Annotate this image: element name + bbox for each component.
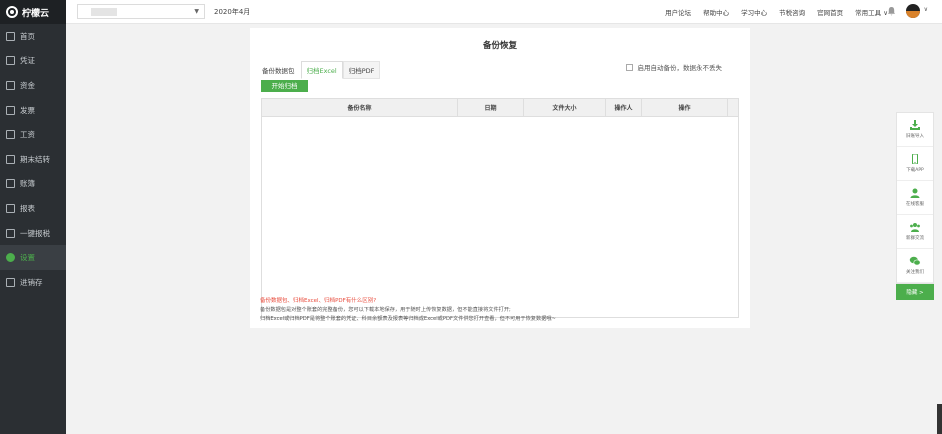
fund-icon xyxy=(6,80,15,90)
tab-bar: 备份数据包 归档Excel 归档PDF xyxy=(256,61,381,79)
difference-question: 备份数据包、归档Excel、归档PDF有什么区别? xyxy=(260,298,377,304)
float-item-label: 下载APP xyxy=(906,168,924,173)
sidebar-item-tax[interactable]: 一键报税 xyxy=(0,221,66,246)
user-icon xyxy=(910,188,920,198)
float-item-label: 新群交流 xyxy=(906,236,924,241)
sidebar-item-settings[interactable]: 设置 xyxy=(0,245,66,270)
float-item-label: 旧账导入 xyxy=(906,134,924,139)
sidebar-item-home[interactable]: 首页 xyxy=(0,24,66,49)
column-header-operator: 操作人 xyxy=(606,99,642,116)
sidebar-item-label: 工资 xyxy=(20,130,35,140)
side-float-bar: 旧账导入 下载APP 在线客服 新群交流 关注我们 xyxy=(896,112,934,284)
brand-name: 柠檬云 xyxy=(22,8,50,19)
chevron-down-icon[interactable]: ∨ xyxy=(924,6,928,13)
sidebar-item-label: 期末结转 xyxy=(20,154,50,164)
sidebar-item-inventory[interactable]: 进销存 xyxy=(0,270,66,295)
invoice-icon xyxy=(6,105,15,115)
sidebar-item-label: 账簿 xyxy=(20,179,35,189)
auto-backup-checkbox[interactable] xyxy=(625,63,633,71)
lemon-logo-icon xyxy=(6,6,18,18)
link-learning-center[interactable]: 学习中心 xyxy=(741,7,767,17)
sidebar-item-report[interactable]: 报表 xyxy=(0,196,66,221)
auto-backup-label: 启用自动备份，数据永不丢失 xyxy=(637,64,723,72)
download-icon xyxy=(910,120,920,130)
float-item-label: 在线客服 xyxy=(906,202,924,207)
period-end-icon xyxy=(6,154,15,164)
page-title: 备份恢复 xyxy=(482,41,517,51)
ledger-icon xyxy=(6,179,15,189)
sidebar: 柠檬云 首页 凭证 资金 发票 工资 期末结转 账簿 报表 一键报税 设置 进销… xyxy=(0,0,66,434)
float-item-label: 关注我们 xyxy=(906,270,924,275)
sidebar-item-label: 报表 xyxy=(20,203,35,213)
float-item-import[interactable]: 旧账导入 xyxy=(897,113,933,147)
float-item-follow[interactable]: 关注我们 xyxy=(897,249,933,283)
sidebar-item-label: 首页 xyxy=(20,31,35,41)
window-edge xyxy=(937,404,942,434)
float-item-group[interactable]: 新群交流 xyxy=(897,215,933,249)
start-archive-button[interactable]: 开始归档 xyxy=(261,80,308,92)
sidebar-item-fund[interactable]: 资金 xyxy=(0,73,66,98)
link-help-center[interactable]: 帮助中心 xyxy=(703,7,729,17)
gear-icon xyxy=(6,253,15,263)
sidebar-item-label: 资金 xyxy=(20,80,35,90)
company-select[interactable]: ▼ xyxy=(77,4,205,19)
phone-icon xyxy=(912,154,918,164)
company-name-redacted xyxy=(91,8,117,16)
tab-archive-excel[interactable]: 归档Excel xyxy=(300,61,343,79)
wechat-icon xyxy=(909,256,921,266)
column-header-date: 日期 xyxy=(458,99,524,116)
voucher-icon xyxy=(6,56,15,66)
note-backup-package: 备份数据包是对整个账套的完整备份，您可以下载本地保存，用于随时上传恢复数据，但不… xyxy=(260,307,511,313)
sidebar-item-label: 发票 xyxy=(20,105,35,115)
backup-restore-panel: 备份恢复 备份数据包 归档Excel 归档PDF 启用自动备份，数据永不丢失 开… xyxy=(250,28,750,328)
link-label: 学习中心 xyxy=(741,9,768,17)
column-header-name: 备份名称 xyxy=(262,99,458,116)
avatar[interactable] xyxy=(906,4,920,18)
report-icon xyxy=(6,203,15,213)
link-common-tools[interactable]: 常用工具 ∨ xyxy=(855,7,888,17)
link-homepage[interactable]: 官网首页 xyxy=(817,7,843,17)
home-icon xyxy=(6,31,15,41)
link-user-forum[interactable]: 用户论坛 xyxy=(665,7,691,17)
column-header-size: 文件大小 xyxy=(524,99,606,116)
sidebar-item-label: 设置 xyxy=(20,253,35,263)
top-links: 用户论坛 帮助中心 学习中心 节税咨询 官网首页 常用工具 ∨ xyxy=(665,7,888,17)
hide-float-bar-button[interactable]: 隐藏 > xyxy=(896,284,934,300)
archive-table: 备份名称 日期 文件大小 操作人 操作 xyxy=(261,98,739,318)
auto-backup-option[interactable]: 启用自动备份，数据永不丢失 xyxy=(625,62,723,72)
chevron-down-icon: ▼ xyxy=(194,8,199,15)
float-item-app[interactable]: 下载APP xyxy=(897,147,933,181)
top-bar: ▼ 2020年4月 用户论坛 帮助中心 学习中心 节税咨询 官网首页 常用工具 … xyxy=(66,0,942,24)
link-tax-consult[interactable]: 节税咨询 xyxy=(779,7,805,17)
accounting-period[interactable]: 2020年4月 xyxy=(214,7,250,17)
tab-archive-pdf[interactable]: 归档PDF xyxy=(342,61,381,79)
sidebar-item-salary[interactable]: 工资 xyxy=(0,122,66,147)
bell-icon[interactable] xyxy=(887,6,896,16)
sidebar-item-label: 凭证 xyxy=(20,56,35,66)
sidebar-item-label: 进销存 xyxy=(20,277,43,287)
sidebar-item-period-end[interactable]: 期末结转 xyxy=(0,147,66,172)
note-archive-files: 归档Excel或归档PDF是将整个账套的凭证、科目余额表及报表等归档成Excel… xyxy=(260,316,556,322)
tab-backup-package[interactable]: 备份数据包 xyxy=(256,61,301,79)
group-icon xyxy=(910,223,920,232)
inventory-icon xyxy=(6,277,15,287)
column-header-action: 操作 xyxy=(642,99,728,116)
link-label: 用户论坛 xyxy=(665,9,692,17)
tax-icon xyxy=(6,228,15,238)
salary-icon xyxy=(6,130,15,140)
sidebar-item-voucher[interactable]: 凭证 xyxy=(0,49,66,74)
sidebar-item-invoice[interactable]: 发票 xyxy=(0,98,66,123)
column-header-spacer xyxy=(728,99,738,116)
table-header: 备份名称 日期 文件大小 操作人 操作 xyxy=(262,99,738,117)
brand-logo[interactable]: 柠檬云 xyxy=(0,0,66,24)
sidebar-item-ledger[interactable]: 账簿 xyxy=(0,172,66,197)
float-item-service[interactable]: 在线客服 xyxy=(897,181,933,215)
sidebar-item-label: 一键报税 xyxy=(20,228,50,238)
